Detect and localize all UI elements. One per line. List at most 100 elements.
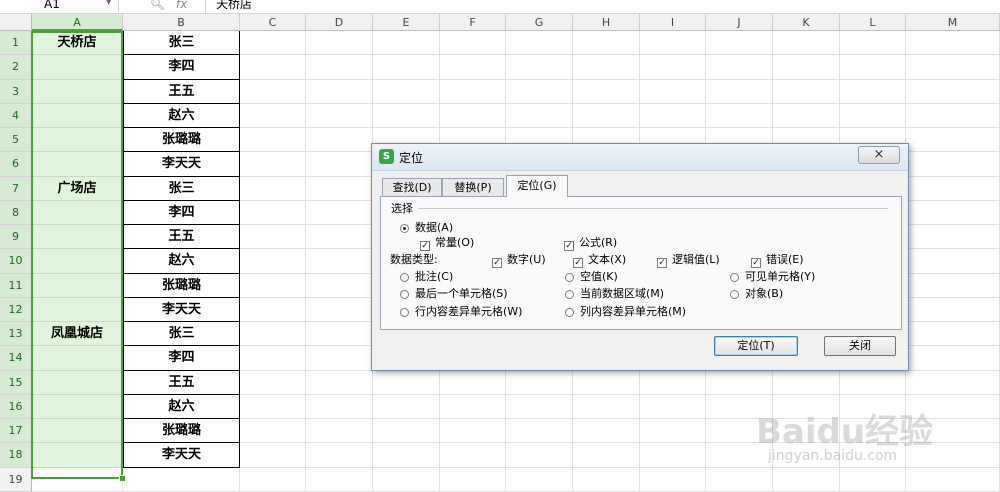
cell[interactable] xyxy=(306,346,373,371)
cell-b9[interactable]: 王五 xyxy=(123,225,240,250)
cell[interactable] xyxy=(906,55,1000,80)
checkbox-formulas[interactable]: ✓ 公式(R) xyxy=(564,236,617,251)
cell[interactable] xyxy=(306,273,373,298)
cell[interactable] xyxy=(906,79,1000,104)
cell-b14[interactable]: 李四 xyxy=(123,346,240,371)
zoom-icon[interactable]: 🔍︎ xyxy=(150,0,165,12)
cell[interactable] xyxy=(240,370,306,395)
cell-a7[interactable]: 广场店 xyxy=(32,176,123,201)
cell[interactable] xyxy=(573,467,640,492)
cell[interactable] xyxy=(373,103,440,128)
cell[interactable] xyxy=(306,31,373,56)
cell[interactable] xyxy=(906,152,1000,177)
row-header-15[interactable]: 15 xyxy=(0,370,32,395)
column-header-h[interactable]: H xyxy=(573,14,640,31)
cell-b15[interactable]: 王五 xyxy=(123,370,240,395)
radio-objects[interactable]: 对象(B) xyxy=(730,287,783,300)
cell[interactable] xyxy=(773,79,840,104)
column-header-g[interactable]: G xyxy=(506,14,573,31)
cell-a15[interactable] xyxy=(32,370,123,395)
column-header-j[interactable]: J xyxy=(706,14,773,31)
dialog-titlebar[interactable]: S 定位 × xyxy=(372,144,908,171)
cell[interactable] xyxy=(706,103,773,128)
row-header-8[interactable]: 8 xyxy=(0,200,32,225)
cell-a5[interactable] xyxy=(32,128,123,153)
checkbox-error[interactable]: ✓ 错误(E) xyxy=(751,253,804,268)
cell[interactable] xyxy=(240,31,306,56)
row-header-10[interactable]: 10 xyxy=(0,249,32,274)
cell[interactable] xyxy=(506,55,573,80)
cell[interactable] xyxy=(506,31,573,56)
row-header-14[interactable]: 14 xyxy=(0,346,32,371)
cell[interactable] xyxy=(906,128,1000,153)
cell-b18[interactable]: 李天天 xyxy=(123,443,240,468)
cell-b8[interactable]: 李四 xyxy=(123,200,240,225)
checkbox-number[interactable]: ✓ 数字(U) xyxy=(492,253,546,268)
cell[interactable] xyxy=(240,419,306,444)
cell[interactable] xyxy=(240,79,306,104)
tab-goto[interactable]: 定位(G) xyxy=(506,175,568,197)
row-header-1[interactable]: 1 xyxy=(0,31,32,56)
row-header-9[interactable]: 9 xyxy=(0,225,32,250)
cell-a10[interactable] xyxy=(32,249,123,274)
cell[interactable] xyxy=(506,443,573,468)
row-header-17[interactable]: 17 xyxy=(0,419,32,444)
checkbox-text[interactable]: ✓ 文本(X) xyxy=(573,253,626,268)
column-header-e[interactable]: E xyxy=(373,14,440,31)
cell[interactable] xyxy=(240,394,306,419)
cell[interactable] xyxy=(306,200,373,225)
row-header-18[interactable]: 18 xyxy=(0,443,32,468)
row-header-2[interactable]: 2 xyxy=(0,55,32,80)
cell-b2[interactable]: 李四 xyxy=(123,55,240,80)
formula-input[interactable]: 天桥店 xyxy=(216,0,252,12)
tab-find[interactable]: 查找(D) xyxy=(382,178,442,196)
cell-b10[interactable]: 赵六 xyxy=(123,249,240,274)
cell[interactable] xyxy=(506,467,573,492)
cell-b11[interactable]: 张璐璐 xyxy=(123,273,240,298)
cell[interactable] xyxy=(32,467,123,492)
cell[interactable] xyxy=(640,467,706,492)
radio-column-differences[interactable]: 列内容差异单元格(M) xyxy=(565,305,686,318)
column-header-i[interactable]: I xyxy=(640,14,706,31)
cell[interactable] xyxy=(640,31,706,56)
close-button[interactable]: 关闭 xyxy=(824,336,896,356)
cell[interactable] xyxy=(240,249,306,274)
cell[interactable] xyxy=(906,297,1000,322)
cell[interactable] xyxy=(240,200,306,225)
cell[interactable] xyxy=(373,55,440,80)
cell[interactable] xyxy=(840,370,906,395)
cell[interactable] xyxy=(306,419,373,444)
cell[interactable] xyxy=(573,443,640,468)
cell[interactable] xyxy=(240,176,306,201)
column-header-d[interactable]: D xyxy=(306,14,373,31)
cell-b12[interactable]: 李天天 xyxy=(123,297,240,322)
fx-icon[interactable]: fx xyxy=(176,0,187,12)
cell[interactable] xyxy=(373,467,440,492)
cell[interactable] xyxy=(640,394,706,419)
row-header-6[interactable]: 6 xyxy=(0,152,32,177)
goto-ok-button[interactable]: 定位(T) xyxy=(714,336,798,356)
cell[interactable] xyxy=(906,346,1000,371)
cell[interactable] xyxy=(440,443,506,468)
radio-blanks[interactable]: 空值(K) xyxy=(565,270,618,283)
radio-last-cell[interactable]: 最后一个单元格(S) xyxy=(400,287,508,300)
cell[interactable] xyxy=(240,443,306,468)
cell[interactable] xyxy=(240,273,306,298)
fill-handle[interactable] xyxy=(119,475,126,482)
cell-a11[interactable] xyxy=(32,273,123,298)
close-icon[interactable]: × xyxy=(858,146,900,164)
cell[interactable] xyxy=(440,370,506,395)
cell[interactable] xyxy=(240,467,306,492)
cell[interactable] xyxy=(440,55,506,80)
cell[interactable] xyxy=(706,467,773,492)
cell-a14[interactable] xyxy=(32,346,123,371)
cell[interactable] xyxy=(573,103,640,128)
cell[interactable] xyxy=(240,103,306,128)
cell-a17[interactable] xyxy=(32,419,123,444)
tab-replace[interactable]: 替换(P) xyxy=(442,178,504,196)
cell[interactable] xyxy=(706,79,773,104)
cell[interactable] xyxy=(906,249,1000,274)
cell[interactable] xyxy=(240,297,306,322)
radio-current-region[interactable]: 当前数据区域(M) xyxy=(565,287,664,300)
cell[interactable] xyxy=(906,31,1000,56)
